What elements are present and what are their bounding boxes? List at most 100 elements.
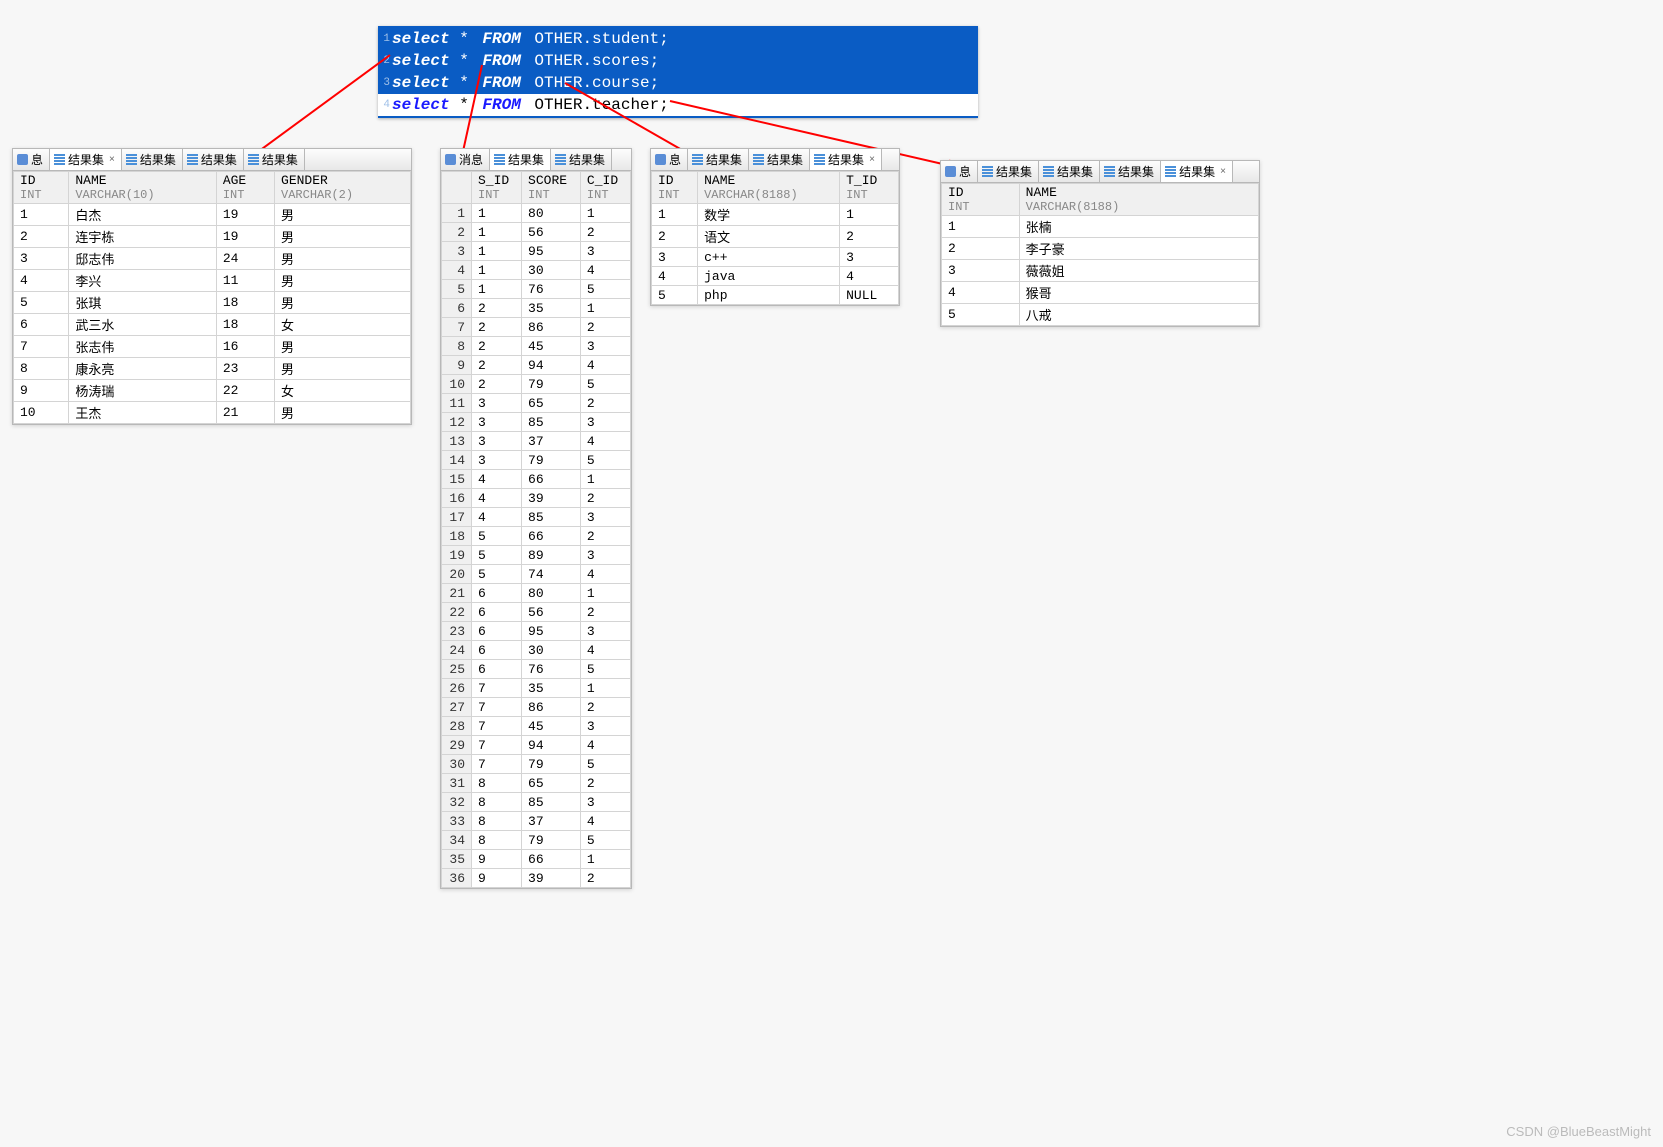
cell[interactable]: 2: [580, 869, 630, 888]
table-row[interactable]: 287453: [442, 717, 631, 736]
cell[interactable]: 2: [472, 318, 522, 337]
table-row[interactable]: 5phpNULL: [652, 286, 899, 305]
cell[interactable]: 45: [522, 717, 581, 736]
table-row[interactable]: 62351: [442, 299, 631, 318]
table-row[interactable]: 164392: [442, 489, 631, 508]
cell[interactable]: 3: [580, 413, 630, 432]
cell[interactable]: 2: [580, 489, 630, 508]
table-row[interactable]: 246304: [442, 641, 631, 660]
cell[interactable]: 5: [580, 280, 630, 299]
table-row[interactable]: 4猴哥: [942, 282, 1259, 304]
column-header-name[interactable]: NAMEVARCHAR(8188): [1019, 184, 1258, 216]
table-row[interactable]: 7张志伟16男: [14, 336, 411, 358]
cell[interactable]: 30: [522, 641, 581, 660]
table-row[interactable]: 256765: [442, 660, 631, 679]
cell[interactable]: 45: [522, 337, 581, 356]
table-row[interactable]: 369392: [442, 869, 631, 888]
cell[interactable]: 23: [216, 358, 274, 380]
cell[interactable]: 85: [522, 413, 581, 432]
table-row[interactable]: 1数学1: [652, 204, 899, 226]
cell[interactable]: 39: [522, 869, 581, 888]
cell[interactable]: 3: [580, 546, 630, 565]
cell[interactable]: 4: [472, 508, 522, 527]
cell[interactable]: 6: [472, 603, 522, 622]
cell[interactable]: 1: [580, 584, 630, 603]
column-header-s_id[interactable]: S_IDINT: [472, 172, 522, 204]
table-row[interactable]: 277862: [442, 698, 631, 717]
cell[interactable]: 18: [216, 292, 274, 314]
table-row[interactable]: 328853: [442, 793, 631, 812]
cell[interactable]: 7: [472, 679, 522, 698]
table-row[interactable]: 3c++3: [652, 248, 899, 267]
cell[interactable]: 2: [14, 226, 69, 248]
column-header-gender[interactable]: GENDERVARCHAR(2): [275, 172, 411, 204]
column-header-name[interactable]: NAMEVARCHAR(8188): [698, 172, 840, 204]
table-row[interactable]: 236953: [442, 622, 631, 641]
cell[interactable]: 7: [472, 717, 522, 736]
cell[interactable]: 男: [275, 226, 411, 248]
cell[interactable]: 2: [580, 394, 630, 413]
cell[interactable]: 1: [472, 261, 522, 280]
cell[interactable]: 5: [14, 292, 69, 314]
cell[interactable]: 2: [472, 299, 522, 318]
cell[interactable]: 2: [580, 603, 630, 622]
cell[interactable]: 1: [580, 679, 630, 698]
cell[interactable]: 3: [652, 248, 698, 267]
cell[interactable]: 66: [522, 850, 581, 869]
cell[interactable]: 4: [942, 282, 1020, 304]
table-row[interactable]: 72862: [442, 318, 631, 337]
tab-resultset[interactable]: 结果集: [978, 161, 1039, 182]
cell[interactable]: 康永亮: [69, 358, 216, 380]
table-row[interactable]: 3邸志伟24男: [14, 248, 411, 270]
cell[interactable]: 6: [472, 622, 522, 641]
scores-result-grid[interactable]: S_IDINTSCOREINTC_IDINT118012156231953413…: [441, 171, 631, 888]
cell[interactable]: 5: [942, 304, 1020, 326]
cell[interactable]: 男: [275, 270, 411, 292]
sql-line-3[interactable]: 3select * FROM OTHER.course;: [378, 72, 978, 94]
cell[interactable]: 94: [522, 736, 581, 755]
cell[interactable]: 79: [522, 451, 581, 470]
table-row[interactable]: 11801: [442, 204, 631, 223]
cell[interactable]: 95: [522, 242, 581, 261]
cell[interactable]: 5: [580, 660, 630, 679]
cell[interactable]: 5: [472, 565, 522, 584]
table-row[interactable]: 2语文2: [652, 226, 899, 248]
cell[interactable]: 4: [472, 489, 522, 508]
cell[interactable]: 7: [472, 755, 522, 774]
cell[interactable]: 85: [522, 508, 581, 527]
tab-resultset[interactable]: 结果集: [688, 149, 749, 170]
cell[interactable]: 4: [14, 270, 69, 292]
cell[interactable]: 8: [472, 774, 522, 793]
cell[interactable]: 3: [472, 451, 522, 470]
cell[interactable]: 76: [522, 280, 581, 299]
cell[interactable]: 8: [472, 831, 522, 850]
cell[interactable]: NULL: [840, 286, 899, 305]
cell[interactable]: 2: [580, 318, 630, 337]
cell[interactable]: 3: [942, 260, 1020, 282]
cell[interactable]: 56: [522, 223, 581, 242]
cell[interactable]: 张楠: [1019, 216, 1258, 238]
cell[interactable]: 2: [472, 356, 522, 375]
cell[interactable]: 1: [580, 850, 630, 869]
cell[interactable]: 白杰: [69, 204, 216, 226]
cell[interactable]: 9: [472, 869, 522, 888]
tab-message[interactable]: 息: [13, 149, 50, 170]
cell[interactable]: 语文: [698, 226, 840, 248]
table-row[interactable]: 174853: [442, 508, 631, 527]
cell[interactable]: 21: [216, 402, 274, 424]
cell[interactable]: 74: [522, 565, 581, 584]
cell[interactable]: 2: [580, 698, 630, 717]
cell[interactable]: 5: [580, 755, 630, 774]
cell[interactable]: 5: [580, 831, 630, 850]
cell[interactable]: 2: [942, 238, 1020, 260]
cell[interactable]: 16: [216, 336, 274, 358]
sql-editor[interactable]: 1select * FROM OTHER.student;2select * F…: [378, 26, 978, 118]
cell[interactable]: 杨涛瑞: [69, 380, 216, 402]
cell[interactable]: 4: [580, 356, 630, 375]
cell[interactable]: 95: [522, 622, 581, 641]
close-icon[interactable]: ×: [1220, 166, 1226, 177]
cell[interactable]: 80: [522, 584, 581, 603]
table-row[interactable]: 21562: [442, 223, 631, 242]
table-row[interactable]: 92944: [442, 356, 631, 375]
table-row[interactable]: 216801: [442, 584, 631, 603]
